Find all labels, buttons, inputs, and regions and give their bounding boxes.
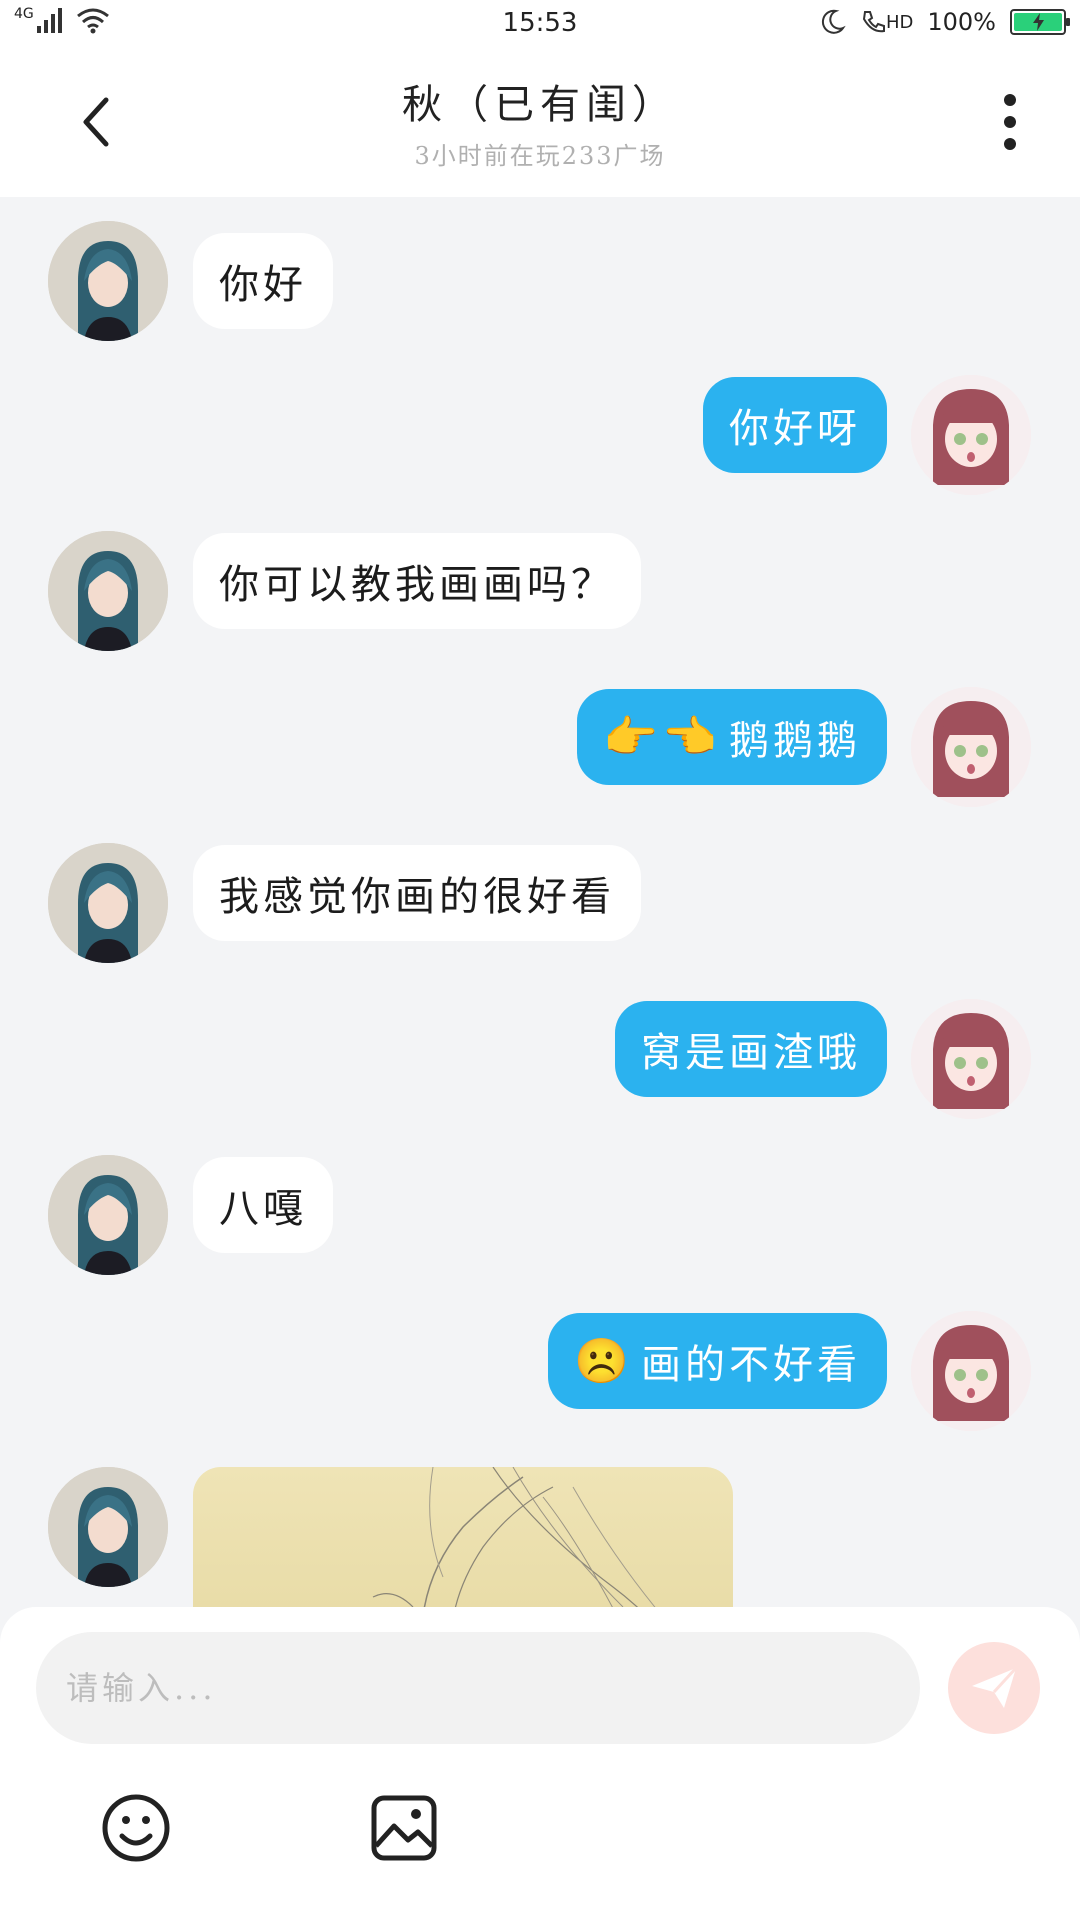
pointing-fingers-emoji: 👉👈: [603, 712, 721, 763]
frowning-face-emoji: ☹️: [574, 1336, 633, 1387]
my-avatar[interactable]: [911, 687, 1031, 807]
contact-avatar[interactable]: [48, 1155, 168, 1275]
hd-call-indicator: HD: [860, 9, 913, 35]
contact-avatar[interactable]: [48, 843, 168, 963]
message-bubble-sent[interactable]: 你好呀: [703, 377, 887, 473]
my-avatar[interactable]: [911, 1311, 1031, 1431]
message-text: 画的不好看: [641, 1342, 861, 1388]
status-bar: 4G 15:53 HD 100%: [0, 0, 1080, 50]
sketch-drawing: [372, 1467, 656, 1607]
message-bubble-sent[interactable]: 👉👈 鹅鹅鹅: [577, 689, 887, 785]
battery-percent: 100%: [927, 8, 996, 36]
message-bubble-sent[interactable]: ☹️ 画的不好看: [548, 1313, 887, 1409]
moon-icon: [821, 9, 846, 34]
send-icon: [972, 1666, 1018, 1708]
composer: [0, 1607, 1080, 1920]
contact-status: 3小时前在玩233广场: [414, 142, 666, 170]
more-vertical-icon: [1004, 94, 1016, 150]
hd-label: HD: [885, 11, 914, 33]
message-bubble-received[interactable]: 八嘎: [193, 1157, 333, 1253]
message-list[interactable]: 你好 你好呀 你可以教我画画吗？ 👉👈 鹅鹅鹅 我感觉你画的很好看 窝是画渣哦 …: [0, 197, 1080, 1607]
battery-icon: [1010, 9, 1070, 35]
message-bubble-received[interactable]: 我感觉你画的很好看: [193, 845, 641, 941]
more-options-button[interactable]: [980, 92, 1040, 152]
message-input[interactable]: [36, 1632, 920, 1744]
message-bubble-sent[interactable]: 窝是画渣哦: [615, 1001, 887, 1097]
emoji-button[interactable]: [100, 1792, 172, 1864]
chat-header: 秋（已有闺） 3小时前在玩233广场: [0, 50, 1080, 197]
chat-screen: 4G 15:53 HD 100% 秋（已有闺） 3小时前在玩233广场 你好 你…: [0, 0, 1080, 1920]
image-button[interactable]: [368, 1792, 440, 1864]
charging-bolt-icon: [1033, 13, 1044, 31]
send-button[interactable]: [948, 1642, 1040, 1734]
contact-avatar[interactable]: [48, 1467, 168, 1587]
phone-icon: [862, 11, 885, 33]
contact-name: 秋（已有闺）: [402, 82, 678, 128]
contact-avatar[interactable]: [48, 221, 168, 341]
image-message[interactable]: [193, 1467, 733, 1607]
my-avatar[interactable]: [911, 375, 1031, 495]
status-right: HD 100%: [818, 8, 1070, 36]
contact-avatar[interactable]: [48, 531, 168, 651]
emoji-icon: [102, 1794, 170, 1862]
image-icon: [371, 1795, 437, 1861]
message-text: 鹅鹅鹅: [729, 718, 861, 764]
message-bubble-received[interactable]: 你可以教我画画吗？: [193, 533, 641, 629]
my-avatar[interactable]: [911, 999, 1031, 1119]
message-bubble-received[interactable]: 你好: [193, 233, 333, 329]
